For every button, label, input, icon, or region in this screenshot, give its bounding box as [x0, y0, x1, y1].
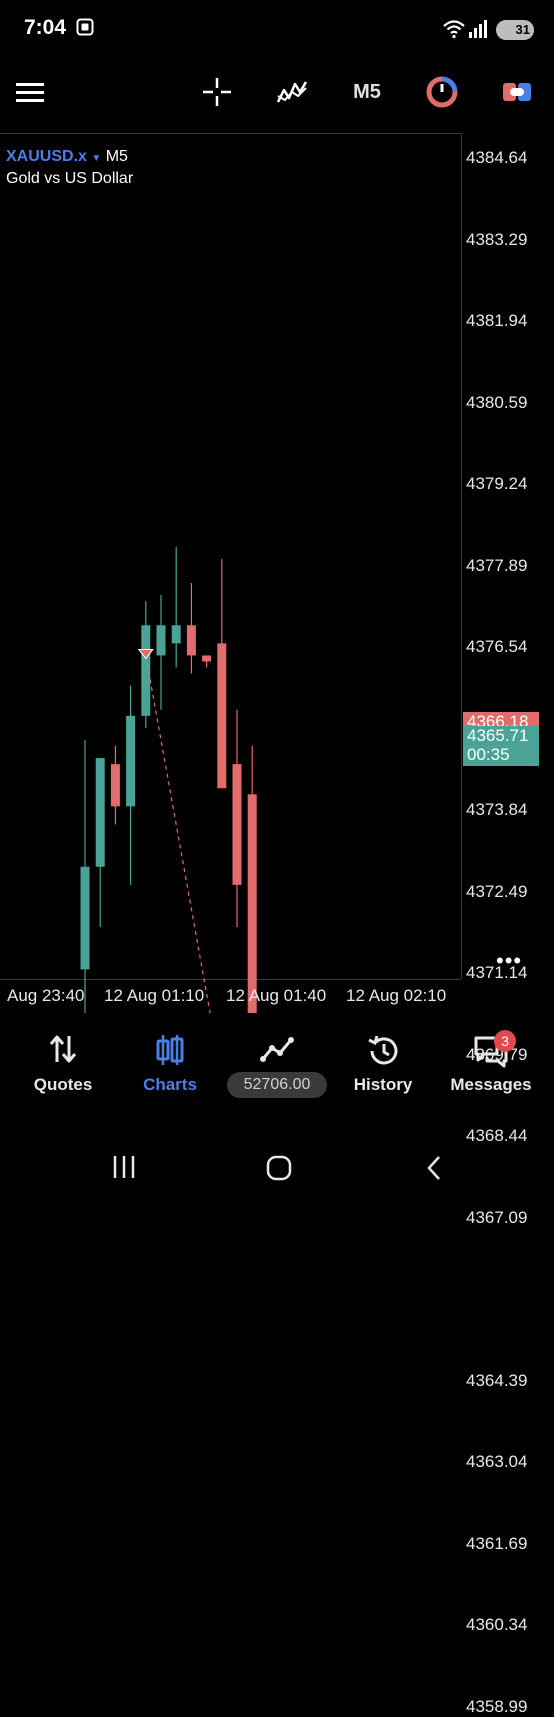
nav-charts[interactable]: Charts: [115, 1020, 225, 1110]
chart-toolbar: M5: [0, 64, 554, 120]
candle-body: [171, 625, 181, 644]
status-bar: 7:04 31: [0, 0, 554, 60]
price-axis-label: 4381.94: [466, 311, 528, 330]
nav-charts-label: Charts: [143, 1075, 197, 1094]
nav-messages-label: Messages: [450, 1075, 532, 1094]
candle-body: [110, 764, 120, 807]
signal-icon: [469, 20, 487, 38]
indicators-icon: [276, 81, 308, 103]
symbol-name: XAUUSD.x: [6, 148, 87, 165]
messages-badge: 3: [494, 1030, 516, 1052]
candle-body: [80, 866, 90, 970]
candle-body: [186, 625, 196, 656]
one-click-trading-icon: [503, 83, 531, 101]
crosshair-button[interactable]: [201, 76, 233, 108]
time-axis-label: 12 Aug 01:10: [104, 986, 205, 1005]
trade-timer-button[interactable]: [425, 76, 459, 108]
quotes-icon: [49, 1035, 77, 1063]
timeframe-label: M5: [353, 80, 381, 103]
chart-timeframe: M5: [105, 148, 128, 165]
time-axis-label: Aug 23:40: [7, 986, 85, 1005]
one-click-trading-button[interactable]: [500, 76, 534, 108]
price-axis-label: 4360.34: [466, 1615, 528, 1634]
candle-body: [156, 625, 166, 656]
candle-body: [217, 643, 227, 789]
price-axis-label: 4361.69: [466, 1533, 528, 1553]
recent-apps-icon[interactable]: [112, 1154, 136, 1180]
back-icon[interactable]: [424, 1154, 444, 1182]
battery-level: 31: [515, 22, 530, 37]
candles-group: [80, 546, 257, 1013]
price-axis-label: 4373.84: [466, 800, 528, 819]
bar-countdown: 00:35: [467, 745, 510, 764]
home-icon[interactable]: [265, 1154, 293, 1182]
more-options-icon[interactable]: •••: [496, 948, 522, 974]
candle-body: [247, 794, 257, 1013]
candle-body: [141, 625, 151, 716]
candle-body: [232, 764, 242, 885]
crosshair-icon: [203, 78, 231, 106]
system-nav-bar: [0, 1140, 554, 1200]
price-axis-label: 4364.39: [466, 1370, 528, 1390]
history-icon: [368, 1035, 398, 1065]
status-time: 7:04: [24, 16, 67, 39]
menu-icon: [16, 83, 44, 102]
battery-indicator: 31: [496, 20, 534, 40]
price-axis-label: 4372.49: [466, 881, 528, 901]
timeframe-button[interactable]: M5: [348, 76, 386, 108]
candle-body: [126, 715, 136, 807]
candle-body: [95, 758, 105, 867]
charts-icon: [156, 1035, 184, 1065]
nav-history-label: History: [353, 1075, 413, 1094]
ask-price-tag: 4365.71 00:35: [463, 726, 539, 766]
price-axis-label: 4363.04: [466, 1452, 528, 1471]
sell-arrow-icon: [137, 648, 154, 660]
nav-messages[interactable]: Messages: [436, 1020, 546, 1110]
wifi-icon: [443, 20, 465, 39]
price-axis-label: 4358.99: [466, 1696, 528, 1716]
ask-price: 4365.71: [467, 726, 529, 745]
nav-quotes-label: Quotes: [33, 1075, 93, 1094]
screen-record-icon: [76, 18, 94, 36]
price-axis-label: 4380.59: [466, 392, 528, 412]
time-axis-label: 12 Aug 01:40: [226, 986, 327, 1005]
price-axis-label: 4376.54: [466, 637, 528, 656]
price-axis-label: 4379.24: [466, 474, 528, 493]
indicators-button[interactable]: [275, 76, 309, 108]
symbol-description: Gold vs US Dollar: [6, 170, 134, 187]
price-axis-label: 4367.09: [466, 1207, 528, 1227]
candle-body: [202, 655, 212, 662]
balance-pill[interactable]: 52706.00: [227, 1072, 327, 1098]
chart-symbol-header[interactable]: XAUUSD.x ▼ M5: [6, 148, 128, 166]
symbol-dropdown-icon: ▼: [91, 153, 102, 164]
price-axis-label: 4377.89: [466, 555, 528, 575]
menu-button[interactable]: [14, 76, 46, 108]
nav-quotes[interactable]: Quotes: [8, 1020, 118, 1110]
nav-history[interactable]: History: [328, 1020, 438, 1110]
trade-timer-icon: [426, 76, 458, 108]
trade-icon: [260, 1037, 294, 1062]
time-axis-label: 12 Aug 02:10: [346, 986, 447, 1005]
price-axis-label: 4383.29: [466, 229, 528, 249]
price-axis-label: 4384.64: [466, 148, 528, 167]
